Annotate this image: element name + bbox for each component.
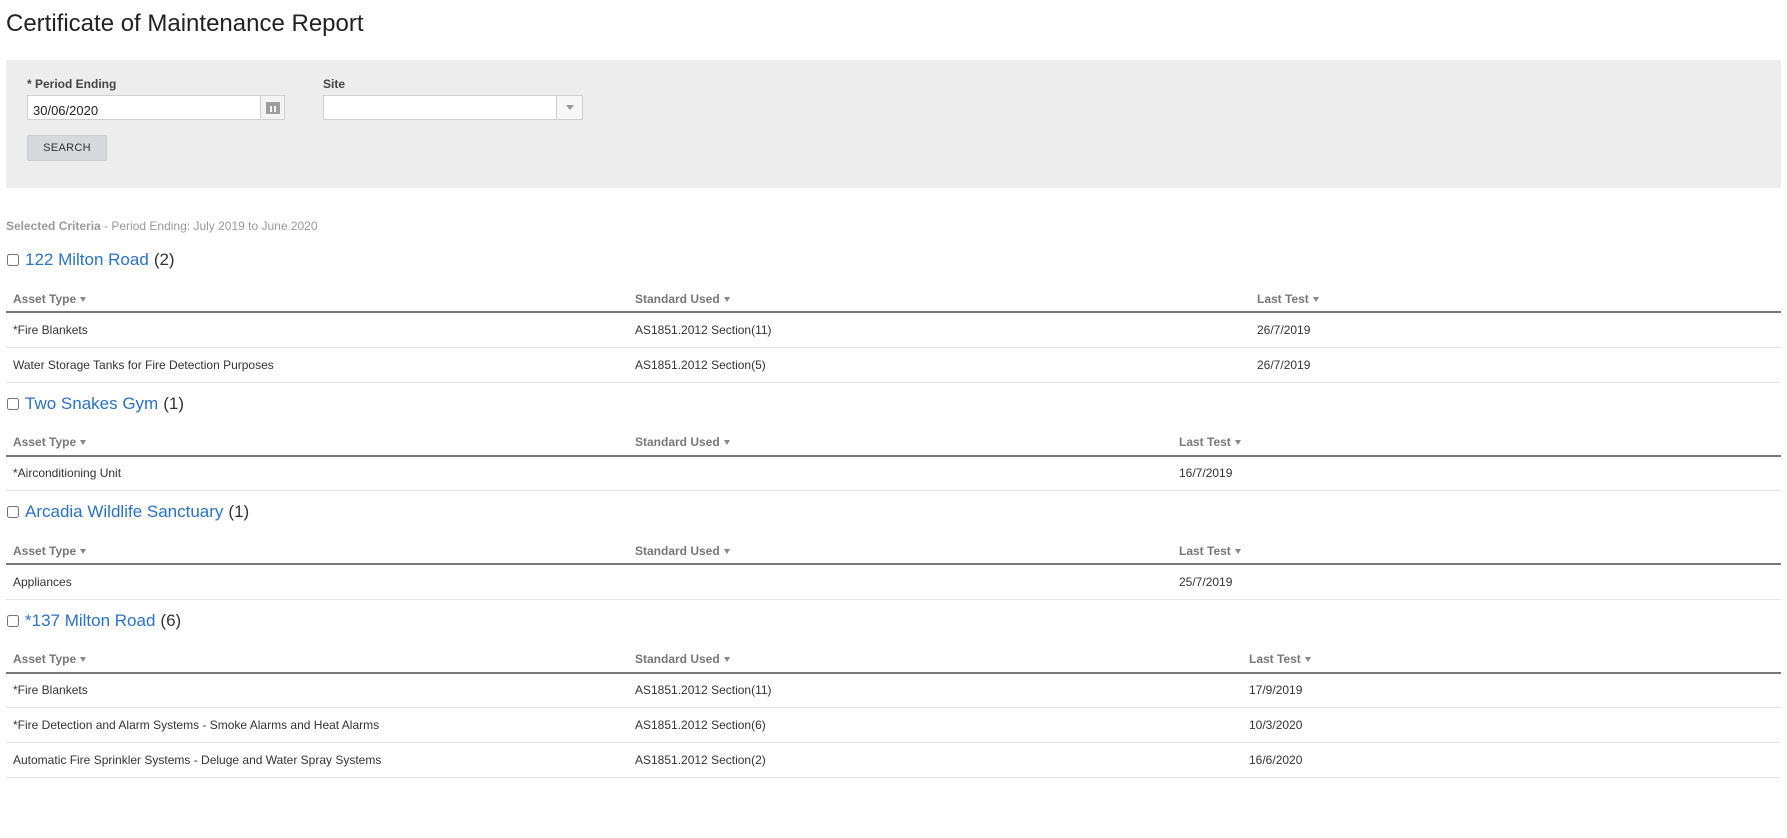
site-select[interactable] — [323, 95, 583, 120]
table-row: Water Storage Tanks for Fire Detection P… — [6, 347, 1781, 383]
table-row: *Fire Blankets AS1851.2012 Section(11) 2… — [6, 312, 1781, 348]
site-dropdown-button[interactable] — [556, 96, 582, 119]
standard-used-cell: AS1851.2012 Section(11) — [628, 672, 1242, 708]
last-test-cell: 25/7/2019 — [1172, 564, 1781, 600]
site-block: Arcadia Wildlife Sanctuary (1) Asset Typ… — [6, 497, 1781, 600]
page-title: Certificate of Maintenance Report — [6, 10, 364, 37]
standard-used-cell — [628, 564, 1172, 600]
sort-icon — [723, 296, 730, 302]
period-ending-label: * Period Ending — [27, 77, 117, 91]
column-header-standard-used[interactable]: Standard Used — [628, 429, 1172, 457]
chevron-down-icon — [565, 105, 574, 110]
site-block: *137 Milton Road (6) Asset Type Standard… — [6, 606, 1781, 778]
sort-icon — [80, 440, 87, 446]
period-ending-picker — [27, 95, 285, 120]
asset-type-cell: Automatic Fire Sprinkler Systems - Delug… — [6, 742, 628, 778]
standard-used-cell — [628, 455, 1172, 491]
selected-criteria-label: Selected Criteria — [6, 219, 101, 233]
last-test-cell: 17/9/2019 — [1242, 672, 1781, 708]
site-asset-count: (1) — [163, 393, 184, 413]
site-name-link[interactable]: 122 Milton Road — [25, 250, 149, 270]
selected-criteria: Selected Criteria - Period Ending: July … — [6, 219, 1781, 239]
site-checkbox[interactable] — [7, 254, 19, 266]
site-asset-count: (2) — [153, 250, 175, 269]
last-test-cell: 16/7/2019 — [1172, 455, 1781, 491]
site-header: 122 Milton Road (2) — [6, 245, 1781, 275]
column-header-asset-type[interactable]: Asset Type — [6, 429, 628, 457]
site-header: Two Snakes Gym (1) — [6, 389, 1781, 419]
sort-icon — [1312, 296, 1319, 302]
asset-table: Asset Type Standard Used Last Test Appli… — [6, 538, 1781, 600]
selected-criteria-text: - Period Ending: July 2019 to June 2020 — [100, 219, 318, 233]
standard-used-cell: AS1851.2012 Section(11) — [628, 312, 1250, 348]
sort-icon — [1234, 548, 1241, 554]
column-header-asset-type[interactable]: Asset Type — [6, 646, 628, 674]
sort-icon — [1234, 440, 1241, 446]
standard-used-cell: AS1851.2012 Section(5) — [628, 347, 1250, 383]
asset-type-cell: *Fire Detection and Alarm Systems - Smok… — [6, 707, 628, 743]
site-asset-count: (6) — [160, 610, 182, 630]
column-header-last-test[interactable]: Last Test — [1172, 429, 1781, 457]
column-header-last-test[interactable]: Last Test — [1242, 646, 1781, 674]
site-field: Site — [323, 77, 583, 120]
site-name-link[interactable]: Two Snakes Gym — [25, 394, 158, 414]
asset-table: Asset Type Standard Used Last Test *Fire… — [6, 646, 1781, 778]
site-block: Two Snakes Gym (1) Asset Type Standard U… — [6, 389, 1781, 491]
filter-panel: * Period Ending Site SEARCH — [6, 60, 1781, 188]
site-name-link[interactable]: *137 Milton Road — [25, 611, 155, 631]
site-header: *137 Milton Road (6) — [6, 606, 1781, 636]
site-select-value — [324, 96, 556, 119]
table-row: Appliances 25/7/2019 — [6, 564, 1781, 600]
standard-used-cell: AS1851.2012 Section(2) — [628, 742, 1242, 778]
column-header-standard-used[interactable]: Standard Used — [628, 538, 1172, 565]
asset-type-cell: Appliances — [6, 564, 628, 600]
asset-type-cell: *Fire Blankets — [6, 312, 628, 348]
column-header-asset-type[interactable]: Asset Type — [6, 538, 628, 565]
last-test-cell: 26/7/2019 — [1250, 347, 1781, 383]
column-header-last-test[interactable]: Last Test — [1250, 286, 1781, 313]
site-label: Site — [323, 77, 346, 91]
site-block: 122 Milton Road (2) Asset Type Standard … — [6, 245, 1781, 383]
column-header-standard-used[interactable]: Standard Used — [628, 286, 1250, 313]
table-row: *Airconditioning Unit 16/7/2019 — [6, 455, 1781, 491]
last-test-cell: 10/3/2020 — [1242, 707, 1781, 743]
period-ending-input[interactable] — [28, 96, 260, 119]
period-ending-field: * Period Ending — [27, 77, 285, 120]
asset-table: Asset Type Standard Used Last Test *Airc… — [6, 429, 1781, 491]
column-header-standard-used[interactable]: Standard Used — [628, 646, 1242, 674]
table-row: *Fire Blankets AS1851.2012 Section(11) 1… — [6, 672, 1781, 708]
sort-icon — [723, 657, 730, 663]
sort-icon — [1304, 657, 1311, 663]
site-checkbox[interactable] — [7, 614, 19, 627]
asset-table: Asset Type Standard Used Last Test *Fire… — [6, 286, 1781, 383]
sort-icon — [723, 548, 730, 554]
search-button[interactable]: SEARCH — [27, 135, 107, 161]
standard-used-cell: AS1851.2012 Section(6) — [628, 707, 1242, 743]
asset-type-cell: *Fire Blankets — [6, 672, 628, 708]
report-page: Certificate of Maintenance Report * Peri… — [0, 0, 1787, 778]
sort-icon — [80, 548, 87, 554]
site-checkbox[interactable] — [7, 397, 19, 410]
last-test-cell: 16/6/2020 — [1242, 742, 1781, 778]
column-header-last-test[interactable]: Last Test — [1172, 538, 1781, 565]
sort-icon — [80, 296, 87, 302]
site-checkbox[interactable] — [7, 506, 19, 518]
table-row: *Fire Detection and Alarm Systems - Smok… — [6, 707, 1781, 743]
site-name-link[interactable]: Arcadia Wildlife Sanctuary — [25, 502, 223, 522]
calendar-button[interactable] — [260, 96, 284, 119]
sort-icon — [723, 440, 730, 446]
site-header: Arcadia Wildlife Sanctuary (1) — [6, 497, 1781, 527]
sort-icon — [80, 657, 87, 663]
table-row: Automatic Fire Sprinkler Systems - Delug… — [6, 742, 1781, 778]
last-test-cell: 26/7/2019 — [1250, 312, 1781, 348]
calendar-icon — [265, 101, 280, 114]
column-header-asset-type[interactable]: Asset Type — [6, 286, 628, 313]
asset-type-cell: *Airconditioning Unit — [6, 455, 628, 491]
asset-type-cell: Water Storage Tanks for Fire Detection P… — [6, 347, 628, 383]
site-asset-count: (1) — [228, 502, 250, 521]
